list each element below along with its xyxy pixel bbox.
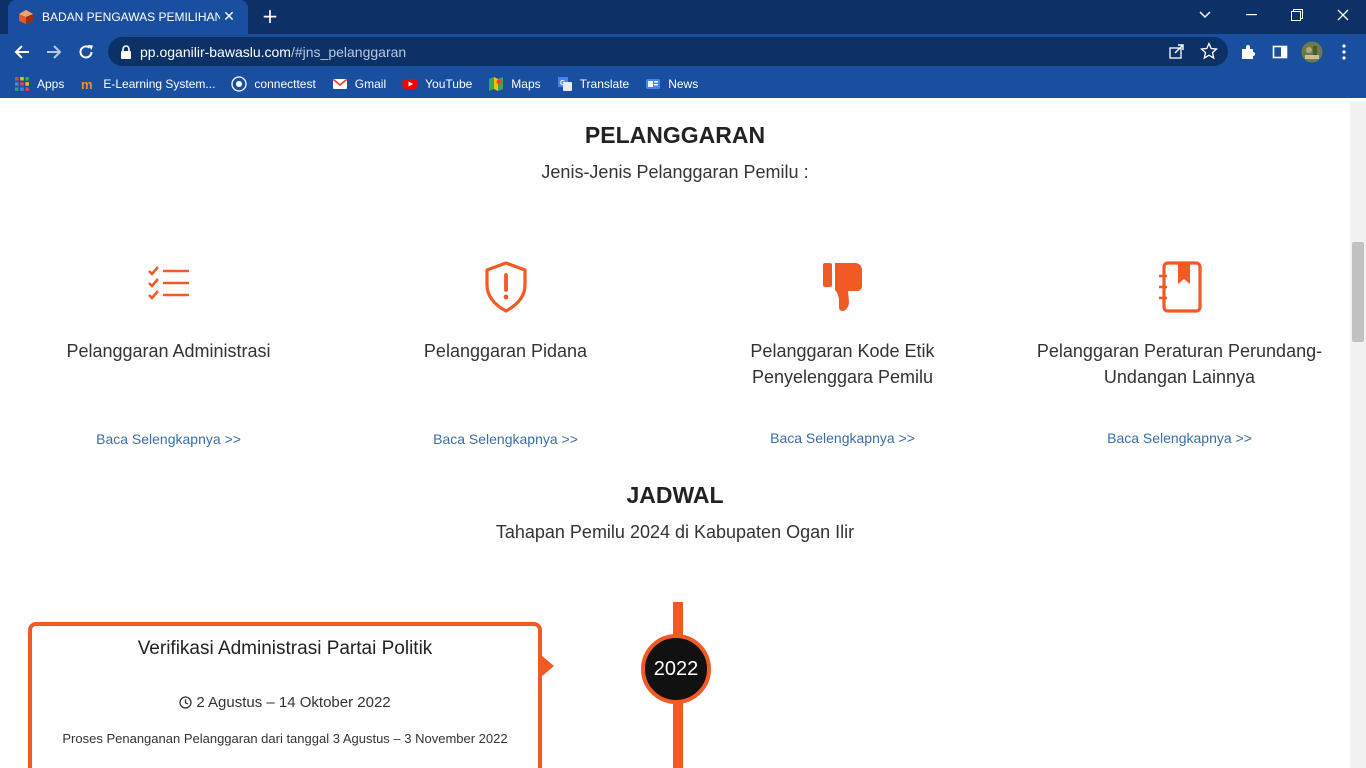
- url-host: pp.oganilir-bawaslu.com: [140, 43, 291, 60]
- category-label: Pelanggaran Administrasi: [0, 338, 337, 398]
- apps-grid-icon: [15, 77, 29, 91]
- site-favicon-icon: [19, 10, 33, 24]
- maps-icon: [489, 77, 504, 91]
- gmail-icon: [332, 78, 347, 89]
- category-label-line1: Pelanggaran Kode Etik: [750, 341, 935, 361]
- reload-button[interactable]: [72, 38, 100, 66]
- close-window-button[interactable]: [1320, 0, 1366, 30]
- scrollbar-thumb[interactable]: [1352, 242, 1364, 342]
- category-label: Pelanggaran Peraturan Perundang- Undangan…: [1011, 338, 1348, 398]
- timeline-card-title: Verifikasi Administrasi Partai Politik: [137, 638, 433, 659]
- bookmark-translate[interactable]: G Translate: [557, 76, 630, 92]
- bookmark-label: E-Learning System...: [103, 77, 216, 91]
- timeline-card: Verifikasi Administrasi Partai Politik 2…: [28, 622, 542, 768]
- jadwal-title: JADWAL: [626, 482, 724, 508]
- url-path: /#jns_pelanggaran: [290, 43, 407, 60]
- clock-icon: [179, 696, 192, 709]
- bookmark-label: YouTube: [425, 77, 473, 91]
- browser-toolbar: pp.oganilir-bawaslu.com/#jns_pelanggaran: [0, 34, 1366, 70]
- translate-icon: G: [557, 77, 572, 91]
- category-pidana: Pelanggaran Pidana Baca Selengkapnya >>: [337, 260, 674, 447]
- svg-text:m: m: [81, 77, 93, 92]
- bookmark-label: News: [668, 77, 699, 91]
- share-icon[interactable]: [1168, 42, 1186, 60]
- year-badge: 2022: [641, 634, 711, 704]
- category-kode-etik: Pelanggaran Kode Etik Penyelenggara Pemil…: [674, 260, 1011, 446]
- puzzle-icon: [1242, 45, 1255, 59]
- category-label: Pelanggaran Pidana: [337, 338, 674, 398]
- bookmark-youtube[interactable]: YouTube: [402, 76, 472, 92]
- bookmark-elearning[interactable]: m E-Learning System...: [80, 76, 215, 92]
- category-label-line2: Penyelenggara Pemilu: [751, 367, 934, 387]
- category-label-line1: Pelanggaran Peraturan Perundang-: [1036, 341, 1323, 361]
- timeline-card-date-row: 2 Agustus – 14 Oktober 2022: [32, 694, 538, 711]
- category-label-line1: Pelanggaran Pidana: [423, 341, 588, 361]
- bookmark-gmail[interactable]: Gmail: [332, 76, 386, 92]
- checklist-icon: [147, 266, 189, 300]
- bookmark-label: Maps: [511, 77, 541, 91]
- side-panel-button[interactable]: [1266, 38, 1294, 66]
- browser-tab[interactable]: BADAN PENGAWAS PEMILIHAN UMUM ✕: [8, 0, 248, 34]
- tab-title: BADAN PENGAWAS PEMILIHAN UMUM: [42, 10, 220, 24]
- bookmark-apps[interactable]: Apps: [14, 76, 64, 92]
- baca-selengkapnya-link[interactable]: Baca Selengkapnya >>: [1011, 430, 1348, 446]
- bookmark-connecttest[interactable]: connecttest: [231, 76, 316, 92]
- bookmark-label: Translate: [579, 77, 630, 91]
- avatar-icon: [1301, 41, 1323, 63]
- bookmark-label: connecttest: [254, 77, 316, 91]
- tab-search-chevron-icon[interactable]: [1182, 0, 1228, 30]
- kebab-menu-icon: [1342, 44, 1346, 60]
- extensions-button[interactable]: [1234, 38, 1262, 66]
- tab-strip: BADAN PENGAWAS PEMILIHAN UMUM ✕ +: [0, 0, 1366, 34]
- side-panel-icon: [1272, 45, 1288, 59]
- law-book-icon: [1158, 261, 1202, 313]
- arrow-left-icon: [14, 45, 29, 59]
- pelanggaran-title: PELANGGARAN: [584, 122, 766, 148]
- profile-avatar[interactable]: [1298, 38, 1326, 66]
- thumbs-down-icon: [822, 263, 862, 311]
- url-text: pp.oganilir-bawaslu.com/#jns_pelanggaran: [140, 44, 406, 60]
- category-administrasi: Pelanggaran Administrasi Baca Selengkapn…: [0, 260, 337, 447]
- baca-selengkapnya-link[interactable]: Baca Selengkapnya >>: [337, 431, 674, 447]
- bookmarks-bar: Apps m E-Learning System... connecttest …: [0, 70, 1366, 98]
- baca-selengkapnya-link[interactable]: Baca Selengkapnya >>: [674, 430, 1011, 446]
- category-label-line1: Pelanggaran Administrasi: [66, 341, 271, 361]
- new-tab-button[interactable]: +: [258, 5, 282, 29]
- page-content: PELANGGARAN Jenis-Jenis Pelanggaran Pemi…: [0, 102, 1350, 768]
- menu-button[interactable]: [1330, 38, 1358, 66]
- news-icon: [646, 79, 661, 89]
- back-button[interactable]: [8, 38, 36, 66]
- timeline-card-date: 2 Agustus – 14 Oktober 2022: [196, 694, 391, 711]
- arrow-right-icon: [47, 45, 62, 59]
- elearning-icon: m: [81, 77, 93, 92]
- bookmark-maps[interactable]: Maps: [488, 76, 541, 92]
- bookmark-label: Gmail: [354, 77, 387, 91]
- category-label: Pelanggaran Kode Etik Penyelenggara Pemil…: [674, 338, 1011, 398]
- bookmark-news[interactable]: News: [645, 76, 698, 92]
- minimize-button[interactable]: [1228, 0, 1274, 30]
- page-scrollbar[interactable]: [1350, 102, 1366, 768]
- category-label-line2: Undangan Lainnya: [1103, 367, 1256, 387]
- jadwal-subtitle: Tahapan Pemilu 2024 di Kabupaten Ogan Il…: [495, 522, 855, 542]
- connecttest-icon: [231, 76, 248, 92]
- baca-selengkapnya-link[interactable]: Baca Selengkapnya >>: [0, 431, 337, 447]
- address-bar[interactable]: pp.oganilir-bawaslu.com/#jns_pelanggaran: [108, 37, 1228, 66]
- youtube-icon: [402, 79, 418, 89]
- restore-button[interactable]: [1274, 0, 1320, 30]
- bookmark-label: Apps: [37, 77, 65, 91]
- timeline-card-pointer: [541, 655, 554, 677]
- timeline-card-description: Proses Penanganan Pelanggaran dari tangg…: [62, 731, 508, 746]
- pelanggaran-subtitle: Jenis-Jenis Pelanggaran Pemilu :: [541, 162, 809, 182]
- svg-text:G: G: [560, 80, 566, 87]
- reload-icon: [79, 45, 93, 59]
- category-perundang-undangan: Pelanggaran Peraturan Perundang- Undangan…: [1011, 260, 1348, 446]
- tab-close-icon[interactable]: ✕: [220, 9, 238, 25]
- forward-button[interactable]: [40, 38, 68, 66]
- lock-icon: [121, 44, 131, 59]
- shield-alert-icon: [484, 261, 527, 313]
- bookmark-star-icon[interactable]: [1200, 42, 1218, 60]
